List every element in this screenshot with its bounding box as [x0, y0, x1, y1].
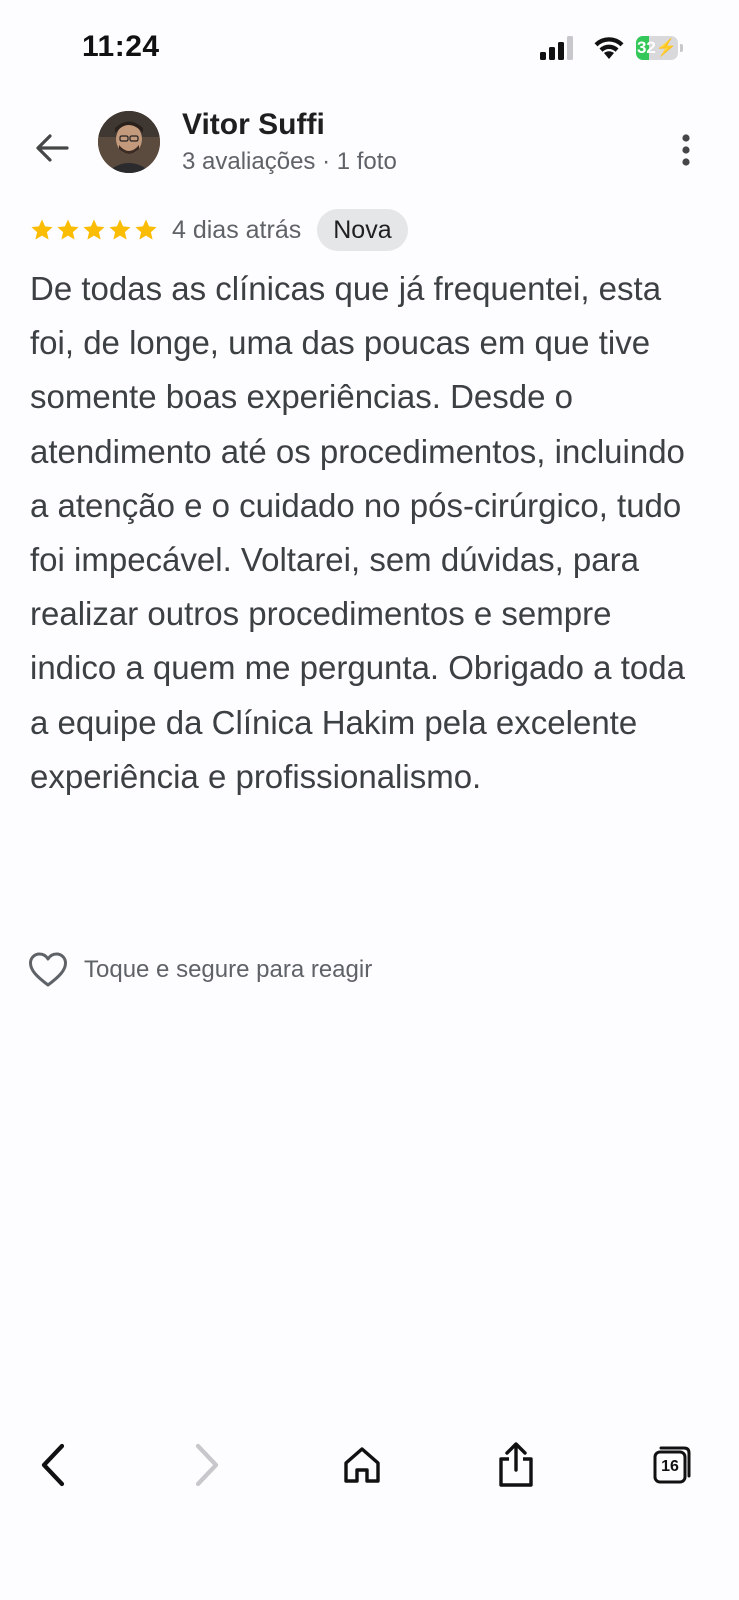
avatar[interactable] — [98, 111, 160, 173]
tabs-icon: 16 — [653, 1446, 691, 1484]
chevron-right-icon — [195, 1443, 219, 1487]
reviewer-name[interactable]: Vitor Suffi — [182, 108, 325, 142]
review-header: Vitor Suffi 3 avaliações · 1 foto — [0, 96, 739, 206]
status-time: 11:24 — [82, 30, 160, 63]
home-icon — [344, 1447, 380, 1483]
review-date: 4 dias atrás — [172, 215, 302, 244]
review-text: De todas as clínicas que já frequentei, … — [30, 270, 685, 795]
status-bar: 11:24 32⚡ — [0, 0, 739, 96]
star-icon — [57, 219, 79, 240]
more-vertical-icon — [682, 134, 690, 166]
rating-row: 4 dias atrás Nova — [30, 208, 408, 252]
heart-outline-icon — [29, 952, 67, 987]
browser-toolbar: 16 — [0, 1420, 739, 1520]
star-icon — [31, 219, 53, 240]
cellular-signal-icon — [540, 36, 576, 65]
share-icon — [499, 1442, 533, 1487]
star-icon — [83, 219, 105, 240]
new-badge: Nova — [317, 209, 408, 251]
react-label: Toque e segure para reagir — [84, 956, 373, 983]
react-button[interactable]: Toque e segure para reagir — [28, 948, 372, 992]
charging-bolt-icon: ⚡ — [655, 38, 678, 57]
wifi-icon — [592, 34, 626, 65]
arrow-left-icon — [36, 134, 69, 162]
star-icon — [135, 219, 157, 240]
chevron-left-icon — [41, 1443, 65, 1487]
more-options-button[interactable] — [666, 130, 706, 170]
browser-home-button[interactable] — [337, 1440, 387, 1490]
battery-level: 32⚡ — [636, 38, 678, 57]
battery-icon: 32⚡ — [636, 36, 684, 60]
star-rating — [30, 218, 158, 242]
reviewer-stats: 3 avaliações · 1 foto — [182, 148, 397, 175]
browser-tabs-button[interactable]: 16 — [647, 1440, 697, 1490]
browser-forward-button[interactable] — [182, 1440, 232, 1490]
star-icon — [109, 219, 131, 240]
tabs-count: 16 — [661, 1458, 679, 1475]
browser-share-button[interactable] — [491, 1440, 541, 1490]
browser-back-button[interactable] — [28, 1440, 78, 1490]
back-button[interactable] — [32, 128, 72, 168]
